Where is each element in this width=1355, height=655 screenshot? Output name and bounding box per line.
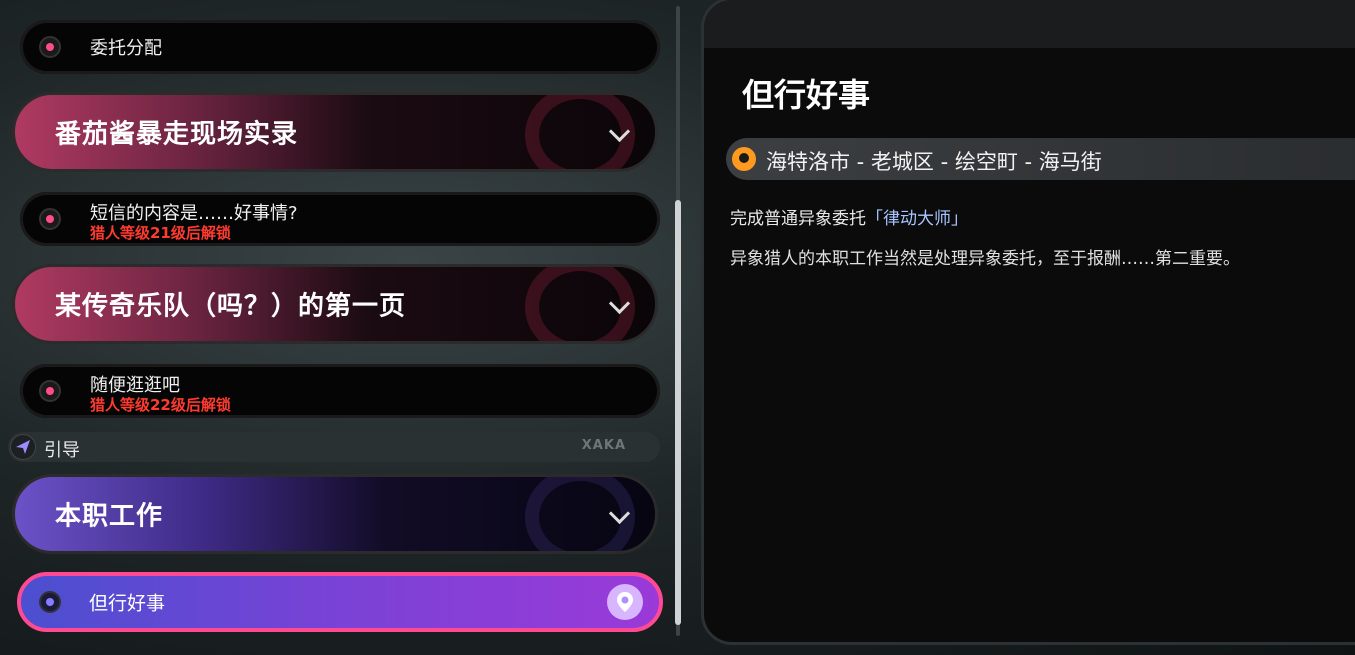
chapter-title: 番茄酱暴走现场实录 [55, 119, 299, 150]
scrollbar-thumb[interactable] [675, 200, 681, 625]
paper-plane-icon [10, 434, 36, 460]
quest-status-dot-icon [39, 591, 61, 613]
quest-description: 异象猎人的本职工作当然是处理异象委托，至于报酬……第二重要。 [730, 249, 1240, 269]
chapter-legendary-band[interactable]: 某传奇乐队（吗？）的第一页 [12, 264, 658, 344]
quest-objective-text: 完成普通异象委托 [730, 209, 866, 229]
quest-item-title: 委托分配 [90, 38, 162, 59]
quest-objective-highlight: 「律动大师」 [866, 209, 968, 229]
chapter-title: 本职工作 [55, 501, 164, 532]
chapter-tomato-sauce[interactable]: 番茄酱暴走现场实录 [12, 92, 658, 172]
quest-item-active[interactable]: 但行好事 [17, 572, 663, 632]
location-marker-icon [732, 147, 756, 171]
quest-list-panel: 委托分配 番茄酱暴走现场实录 短信的内容是……好事情? 猎人等级21级后解锁 某… [0, 0, 690, 655]
guide-section-header: 引导 XAKA [8, 432, 660, 462]
quest-location-text: 海特洛市 - 老城区 - 绘空町 - 海马街 [766, 150, 1102, 174]
quest-detail-title: 但行好事 [742, 76, 871, 114]
quest-detail-panel: 但行好事 海特洛市 - 老城区 - 绘空町 - 海马街 完成普通异象委托「律动大… [704, 0, 1355, 642]
quest-item-stroll[interactable]: 随便逛逛吧 猎人等级22级后解锁 [20, 364, 660, 418]
quest-item-sms[interactable]: 短信的内容是……好事情? 猎人等级21级后解锁 [20, 192, 660, 246]
chapter-main-job[interactable]: 本职工作 [12, 474, 658, 554]
location-pin-icon[interactable] [607, 584, 643, 620]
quest-lock-text: 猎人等级21级后解锁 [90, 224, 231, 242]
detail-header-strip [704, 0, 1355, 48]
quest-status-dot-icon [39, 208, 61, 230]
quest-status-dot-icon [39, 36, 61, 58]
guide-label: 引导 [44, 440, 80, 461]
quest-status-dot-icon [39, 380, 61, 402]
chapter-title: 某传奇乐队（吗？）的第一页 [55, 291, 407, 322]
quest-item-commission[interactable]: 委托分配 [20, 20, 660, 74]
quest-objective: 完成普通异象委托「律动大师」 [730, 204, 968, 229]
quest-item-title: 但行好事 [89, 592, 166, 615]
guide-logo: XAKA [581, 438, 626, 453]
quest-location-bar: 海特洛市 - 老城区 - 绘空町 - 海马街 [726, 138, 1355, 180]
quest-lock-text: 猎人等级22级后解锁 [90, 396, 231, 414]
